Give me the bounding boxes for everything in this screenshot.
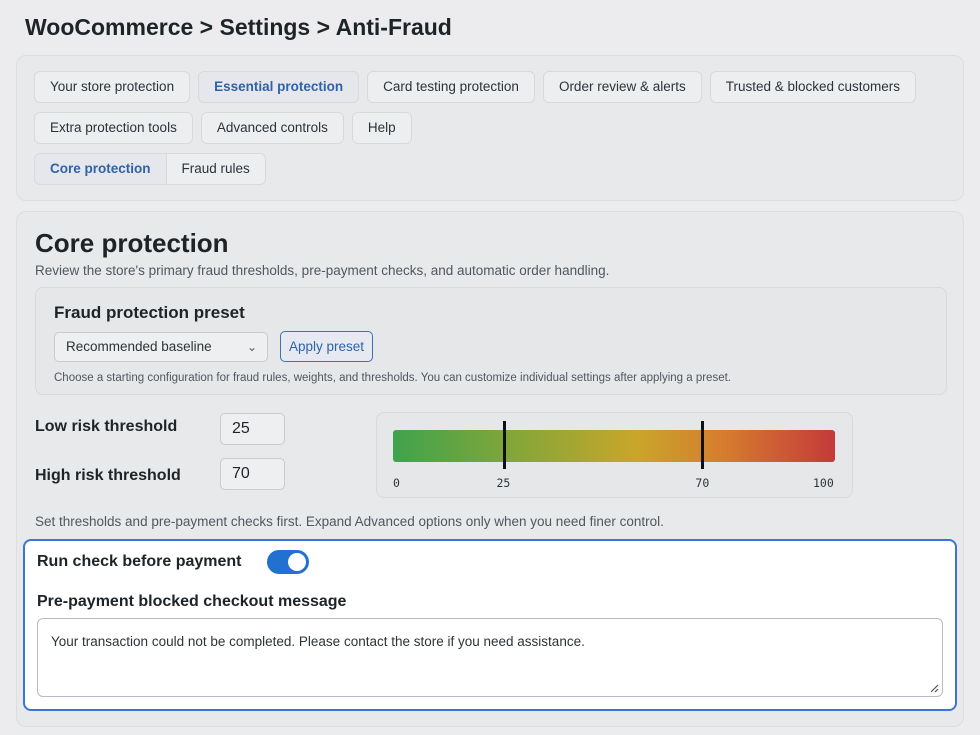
apply-preset-button[interactable]: Apply preset xyxy=(280,331,373,362)
tab-row-main: Your store protection Essential protecti… xyxy=(34,71,917,103)
prepayment-card: Run check before payment Pre-payment blo… xyxy=(23,539,957,711)
preset-select[interactable]: Recommended baseline ⌄ xyxy=(54,332,268,362)
subtab-fraud-rules[interactable]: Fraud rules xyxy=(166,153,266,185)
tab-order-review-alerts[interactable]: Order review & alerts xyxy=(542,71,702,103)
tab-advanced-controls[interactable]: Advanced controls xyxy=(200,112,344,144)
preset-title: Fraud protection preset xyxy=(54,303,245,322)
subtab-core-protection[interactable]: Core protection xyxy=(34,153,167,185)
settings-tabs-panel: Your store protection Essential protecti… xyxy=(16,55,964,201)
section-title: Core protection xyxy=(35,228,229,258)
tab-extra-protection-tools[interactable]: Extra protection tools xyxy=(34,112,193,144)
blocked-message-text: Your transaction could not be completed.… xyxy=(51,634,585,649)
tab-your-store-protection[interactable]: Your store protection xyxy=(34,71,191,103)
section-description: Review the store's primary fraud thresho… xyxy=(35,263,610,278)
preset-box: Fraud protection preset Recommended base… xyxy=(35,287,947,395)
high-threshold-marker[interactable] xyxy=(701,421,705,469)
scale-tick: 25 xyxy=(496,476,511,490)
scale-tick: 0 xyxy=(393,476,400,490)
preset-select-value: Recommended baseline xyxy=(66,339,212,354)
tab-row-secondary: Extra protection tools Advanced controls… xyxy=(34,112,412,144)
low-threshold-marker[interactable] xyxy=(502,421,506,469)
resize-handle-icon[interactable] xyxy=(930,684,939,693)
preset-help-text: Choose a starting configuration for frau… xyxy=(54,372,731,384)
tab-help[interactable]: Help xyxy=(351,112,412,144)
risk-scale: 0 25 70 100 xyxy=(376,412,853,498)
high-risk-threshold-label: High risk threshold xyxy=(35,467,181,484)
toggle-knob xyxy=(288,553,306,571)
high-risk-threshold-input[interactable]: 70 xyxy=(220,458,285,490)
page-title: WooCommerce > Settings > Anti-Fraud xyxy=(25,14,452,40)
scale-tick: 100 xyxy=(813,476,834,490)
tab-trusted-blocked-customers[interactable]: Trusted & blocked customers xyxy=(709,71,917,103)
core-protection-panel: Core protection Review the store's prima… xyxy=(16,211,964,727)
tab-essential-protection[interactable]: Essential protection xyxy=(198,71,360,103)
low-risk-threshold-label: Low risk threshold xyxy=(35,418,178,435)
threshold-hint: Set thresholds and pre-payment checks fi… xyxy=(35,514,664,529)
blocked-message-textarea[interactable]: Your transaction could not be completed.… xyxy=(37,618,943,697)
run-check-label: Run check before payment xyxy=(37,553,242,570)
risk-gradient-bar xyxy=(393,430,835,462)
run-check-toggle[interactable] xyxy=(267,550,309,574)
blocked-message-label: Pre-payment blocked checkout message xyxy=(37,593,347,610)
scale-tick: 70 xyxy=(695,476,710,490)
low-risk-threshold-input[interactable]: 25 xyxy=(220,413,285,445)
tab-card-testing-protection[interactable]: Card testing protection xyxy=(367,71,535,103)
chevron-down-icon: ⌄ xyxy=(246,340,257,354)
subtab-row: Core protection Fraud rules xyxy=(34,153,266,185)
